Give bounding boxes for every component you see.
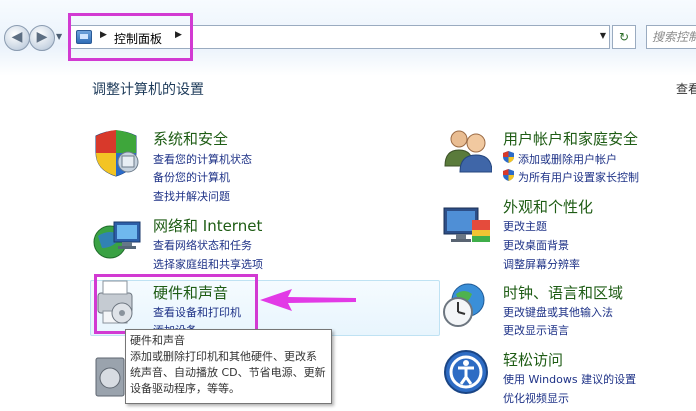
category-network-and-internet[interactable]: 网络和 Internet (153, 215, 262, 236)
back-button[interactable]: ◀ (4, 25, 30, 51)
link-change-display-language[interactable]: 更改显示语言 (503, 322, 569, 338)
clock-globe-icon (443, 283, 485, 327)
recent-pages-dropdown[interactable]: ▼ (56, 32, 62, 41)
page-title: 调整计算机的设置 (92, 82, 204, 98)
personalization-icon (443, 207, 490, 242)
link-change-theme[interactable]: 更改主题 (503, 218, 547, 234)
search-input[interactable]: 搜索控制面板 (646, 25, 696, 49)
uac-shield-icon (503, 169, 514, 181)
link-add-remove-accounts[interactable]: 添加或删除用户帐户 (518, 151, 617, 167)
arrow-left-icon: ◀ (11, 29, 23, 45)
shield-icon (95, 130, 139, 177)
chevron-down-icon: ▼ (56, 32, 63, 41)
link-view-network-status[interactable]: 查看网络状态和任务 (153, 237, 252, 253)
programs-icon (95, 357, 125, 397)
users-icon (444, 130, 492, 173)
category-clock-language-region[interactable]: 时钟、语言和区域 (503, 282, 623, 303)
link-optimize-visual-display[interactable]: 优化视频显示 (503, 390, 569, 406)
address-history-dropdown[interactable]: ▼ (600, 31, 606, 40)
link-change-keyboard[interactable]: 更改键盘或其他输入法 (503, 304, 613, 320)
link-recommended-settings[interactable]: 使用 Windows 建议的设置 (503, 371, 636, 387)
arrow-right-icon: ▶ (36, 29, 48, 45)
category-appearance[interactable]: 外观和个性化 (503, 196, 593, 217)
link-change-desktop-background[interactable]: 更改桌面背景 (503, 237, 569, 253)
refresh-icon: ↻ (618, 30, 630, 44)
link-find-fix-problems[interactable]: 查找并解决问题 (153, 188, 230, 204)
link-adjust-resolution[interactable]: 调整屏幕分辨率 (503, 256, 580, 272)
ease-of-access-icon (444, 350, 488, 394)
hardware-tooltip: 硬件和声音 添加或删除打印机和其他硬件、更改系统声音、自动播放 CD、节省电源、… (125, 329, 332, 404)
tooltip-description: 添加或删除打印机和其他硬件、更改系统声音、自动播放 CD、节省电源、更新设备驱动… (130, 350, 326, 395)
link-homegroup-sharing[interactable]: 选择家庭组和共享选项 (153, 256, 263, 272)
category-user-accounts[interactable]: 用户帐户和家庭安全 (503, 128, 638, 149)
link-view-computer-status[interactable]: 查看您的计算机状态 (153, 151, 252, 167)
hardware-annotation-box (94, 274, 258, 334)
refresh-button[interactable]: ↻ (612, 25, 636, 49)
category-ease-of-access[interactable]: 轻松访问 (503, 349, 563, 370)
forward-button[interactable]: ▶ (29, 25, 55, 51)
uac-shield-icon (503, 151, 514, 163)
link-backup-computer[interactable]: 备份您的计算机 (153, 169, 230, 185)
tooltip-title: 硬件和声音 (130, 334, 185, 347)
view-by-label[interactable]: 查看方式 (676, 80, 696, 97)
category-system-and-security[interactable]: 系统和安全 (153, 128, 228, 149)
network-globe-icon (93, 221, 141, 259)
link-parental-controls[interactable]: 为所有用户设置家长控制 (518, 169, 639, 185)
address-annotation-box (68, 13, 193, 61)
annotation-arrow-icon (260, 289, 356, 311)
